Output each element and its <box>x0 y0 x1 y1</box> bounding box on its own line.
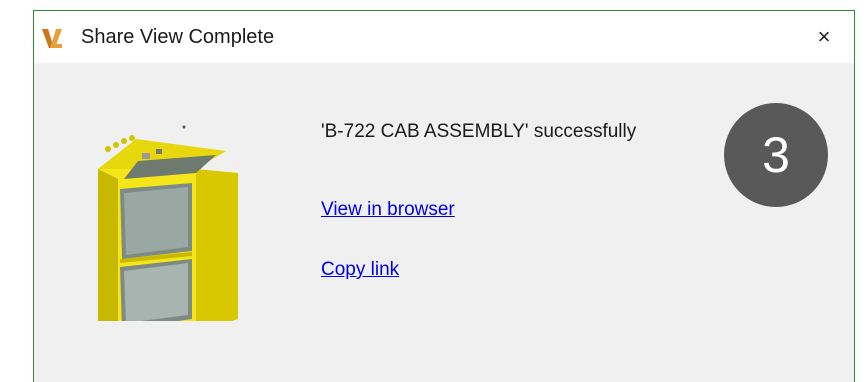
dialog-content: 'B-722 CAB ASSEMBLY' successfully View i… <box>34 63 854 382</box>
share-view-complete-dialog: Share View Complete × 'B-722 CAB ASSEMBL… <box>33 10 855 382</box>
title-bar: Share View Complete × <box>34 11 854 63</box>
step-number-badge: 3 <box>724 103 828 207</box>
assembly-thumbnail <box>98 125 238 321</box>
close-icon: × <box>817 24 831 49</box>
view-in-browser-link[interactable]: View in browser <box>321 199 455 221</box>
copy-link-link[interactable]: Copy link <box>321 259 399 281</box>
success-message: 'B-722 CAB ASSEMBLY' successfully <box>321 121 637 142</box>
close-button[interactable]: × <box>802 17 846 57</box>
window-title: Share View Complete <box>81 26 275 48</box>
vault-logo-icon <box>42 29 62 48</box>
